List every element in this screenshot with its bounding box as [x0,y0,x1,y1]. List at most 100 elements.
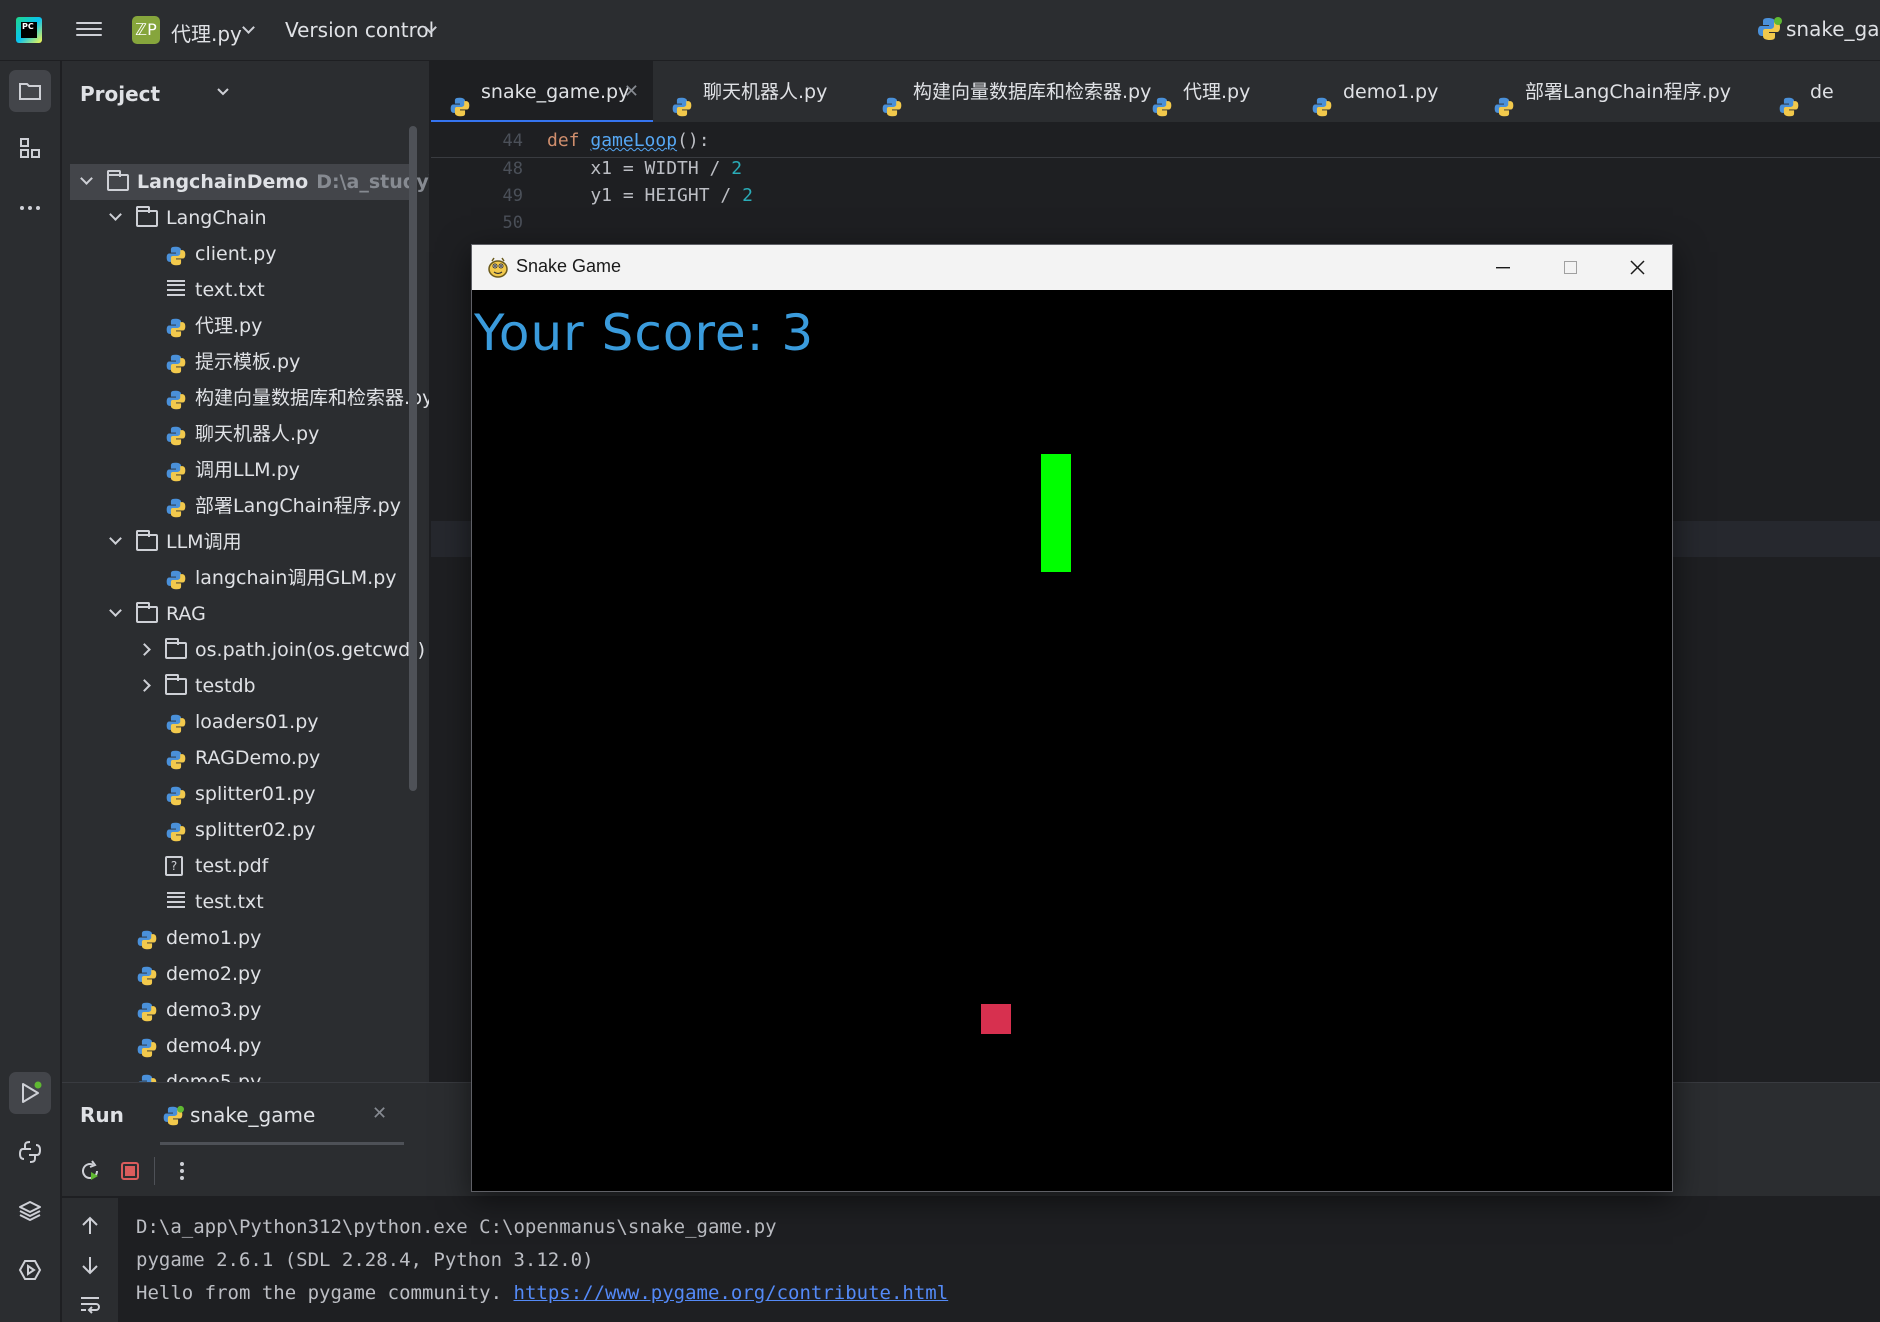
folder-icon [136,602,158,623]
chevron-down-icon[interactable] [109,532,122,545]
tree-item-label: loaders01.py [195,711,319,733]
game-canvas[interactable]: Your Score: 3 [472,290,1672,1191]
tree-file[interactable]: 聊天机器人.py [70,416,415,452]
tree-folder[interactable]: os.path.join(os.getcwd() [70,632,425,668]
run-tool-button[interactable] [9,1072,51,1114]
maximize-icon [1564,261,1577,274]
console-link[interactable]: https://www.pygame.org/contribute.html [514,1282,949,1304]
tree-file[interactable]: splitter02.py [70,812,415,848]
editor-tab[interactable]: 部署LangChain程序.py [1475,61,1760,122]
tree-item-label: 聊天机器人.py [195,423,320,445]
tree-file[interactable]: test.txt [70,884,415,920]
tree-folder[interactable]: LLM调用 [70,524,415,560]
editor-tab[interactable]: 代理.py [1133,61,1293,122]
tree-folder[interactable]: LangchainDemoD:\a_study\实习 [70,164,429,200]
tree-file[interactable]: ? test.pdf [70,848,415,884]
run-configuration-selector[interactable]: snake_game [1786,17,1880,41]
code-line: x1 = WIDTH / 2 [547,158,742,179]
folder-icon [107,170,129,191]
soft-wrap-icon[interactable] [78,1292,102,1316]
tree-file[interactable]: 代理.py [70,308,415,344]
chevron-down-icon[interactable] [109,604,122,617]
tree-item-label: demo2.py [166,963,262,985]
tree-vertical-scrollbar[interactable] [409,126,417,791]
python-file-icon [136,1071,158,1082]
console-text: Hello from the pygame community. [136,1282,514,1304]
chevron-down-icon[interactable] [109,208,122,221]
tree-file[interactable]: splitter01.py [70,776,415,812]
tree-file[interactable]: 构建向量数据库和检索器.py [70,380,429,416]
version-control-menu[interactable]: Version control [285,18,434,42]
tree-folder[interactable]: LangChain [70,200,415,236]
tree-file[interactable]: demo4.py [70,1028,415,1064]
chevron-right-icon[interactable] [138,643,151,656]
main-menu-icon[interactable] [76,18,102,42]
chevron-down-icon[interactable] [80,172,93,185]
snake-game-window[interactable]: Snake Game Your Score: 3 [471,244,1673,1192]
more-tools-button[interactable] [9,187,51,229]
stop-icon[interactable] [118,1159,142,1183]
python-file-icon [1493,81,1515,122]
tree-folder[interactable]: testdb [70,668,415,704]
code-token: 2 [731,158,743,179]
editor-tab[interactable]: snake_game.py ✕ [431,61,653,122]
project-tool-button[interactable] [9,70,51,112]
tree-folder[interactable]: RAG [70,596,415,632]
python-file-icon [165,711,187,734]
tree-file[interactable]: client.py [70,236,415,272]
python-file-icon [165,423,187,446]
python-file-icon [1311,81,1333,122]
tree-file[interactable]: langchain调用GLM.py [70,560,415,596]
python-icon [163,1105,184,1126]
tree-file[interactable]: loaders01.py [70,704,415,740]
python-file-icon [165,783,187,806]
python-console-button[interactable] [9,1131,51,1173]
project-chevron-down-icon[interactable] [242,21,255,34]
arrow-down-icon[interactable] [78,1253,102,1277]
logo-text: PC [22,22,34,31]
project-panel-title[interactable]: Project [80,82,160,106]
python-packages-button[interactable] [9,1190,51,1232]
text-file-icon [165,892,187,912]
tree-file[interactable]: demo1.py [70,920,415,956]
tree-file[interactable]: 提示模板.py [70,344,415,380]
snake-head [1041,528,1071,572]
tree-file[interactable]: demo5.py [70,1064,415,1082]
tree-item-label: test.pdf [195,855,269,877]
close-icon[interactable]: ✕ [372,1103,387,1124]
project-selector[interactable]: 代理.py [171,18,242,47]
tree-file[interactable]: RAGDemo.py [70,740,415,776]
tree-item-label: os.path.join(os.getcwd() [195,639,426,661]
close-icon[interactable]: ✕ [624,61,639,122]
editor-tab[interactable]: 构建向量数据库和检索器.py [863,61,1151,122]
rerun-icon[interactable] [78,1159,102,1183]
services-button[interactable] [9,1249,51,1291]
folder-icon [165,638,187,659]
tree-item-label: demo5.py [166,1071,262,1082]
tree-file[interactable]: demo3.py [70,992,415,1028]
run-tab-label[interactable]: snake_game [190,1103,315,1127]
chevron-right-icon[interactable] [138,679,151,692]
pycharm-logo-icon[interactable]: PC [16,17,42,43]
code-line: y1 = HEIGHT / 2 [547,185,753,206]
python-file-icon [165,747,187,770]
tree-item-label: LangchainDemoD:\a_study\实习 [137,164,429,200]
more-vertical-icon[interactable] [170,1159,194,1183]
tree-file[interactable]: text.txt [70,272,415,308]
maximize-button[interactable] [1536,245,1604,290]
tree-file[interactable]: demo2.py [70,956,415,992]
editor-tab[interactable]: de [1760,61,1840,122]
editor-tab[interactable]: demo1.py [1293,61,1475,122]
game-window-titlebar[interactable]: Snake Game [472,245,1672,290]
minimize-button[interactable] [1468,245,1536,290]
chevron-down-icon[interactable] [217,88,229,96]
folder-icon [19,83,41,100]
editor-tab[interactable]: 聊天机器人.py [653,61,863,122]
structure-tool-button[interactable] [9,127,51,169]
project-badge[interactable]: ℤP [132,16,160,44]
close-window-button[interactable] [1604,245,1672,290]
tree-file[interactable]: 部署LangChain程序.py [70,488,415,524]
arrow-up-icon[interactable] [78,1214,102,1238]
code-token: (): [677,130,710,151]
tree-file[interactable]: 调用LLM.py [70,452,415,488]
